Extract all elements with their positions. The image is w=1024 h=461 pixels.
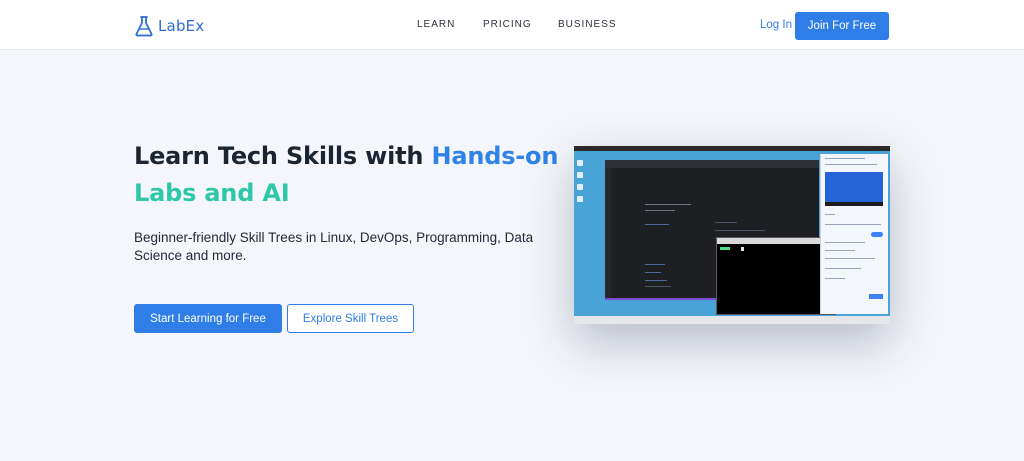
hero-title-text: Learn Tech Skills with xyxy=(134,142,432,170)
preview-dock xyxy=(577,160,585,220)
nav-pricing[interactable]: PRICING xyxy=(483,19,532,30)
preview-terminal xyxy=(716,237,836,315)
preview-taskbar xyxy=(574,316,890,324)
login-link[interactable]: Log In xyxy=(760,19,792,31)
hero-title-highlight-green: Labs and AI xyxy=(134,179,290,207)
preview-topbar xyxy=(574,146,890,151)
hero-title-highlight-blue: Hands-on xyxy=(431,142,559,170)
site-header: LabEx LEARN PRICING BUSINESS Log In Join… xyxy=(0,0,1024,50)
preview-ai-chat-panel xyxy=(820,154,888,314)
explore-skill-trees-button[interactable]: Explore Skill Trees xyxy=(287,304,414,333)
preview-video xyxy=(825,172,883,202)
hero-subtitle: Beginner-friendly Skill Trees in Linux, … xyxy=(134,230,534,263)
lab-preview-screenshot xyxy=(574,146,890,324)
nav-business[interactable]: BUSINESS xyxy=(558,19,617,30)
hero-title: Learn Tech Skills with Hands-on Labs and… xyxy=(134,138,564,212)
join-for-free-button[interactable]: Join For Free xyxy=(795,12,889,40)
start-learning-button[interactable]: Start Learning for Free xyxy=(134,304,282,333)
nav-learn[interactable]: LEARN xyxy=(417,19,455,30)
